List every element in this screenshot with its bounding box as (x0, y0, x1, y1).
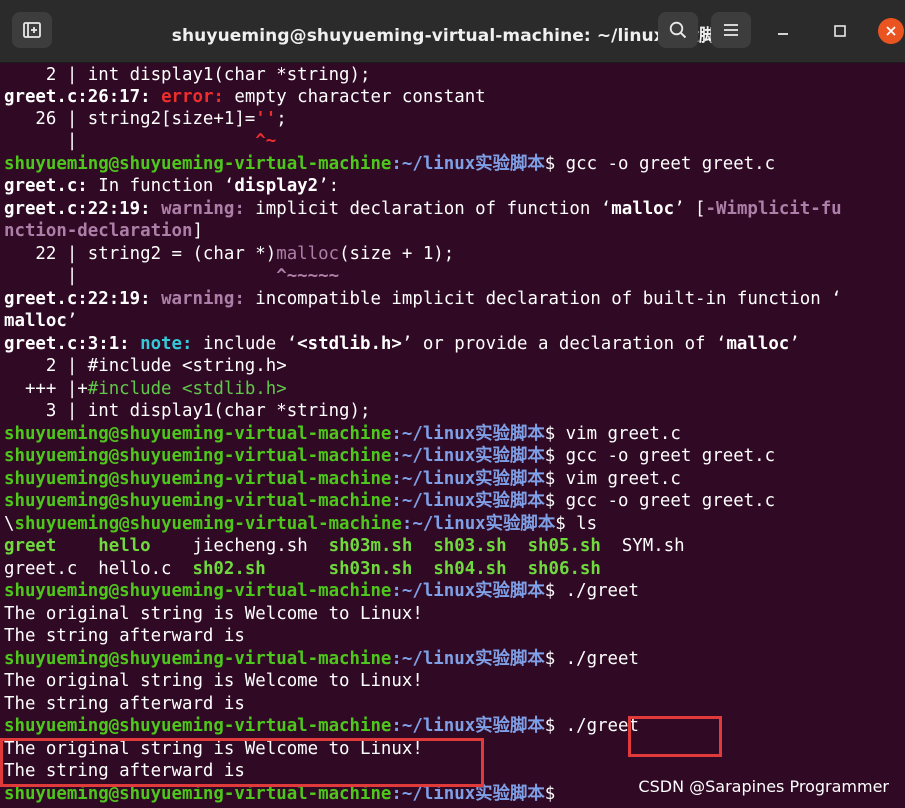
window-titlebar: shuyueming@shuyueming-virtual-machine: ~… (0, 0, 905, 63)
prompt-line: shuyueming@shuyueming-virtual-machine:~/… (4, 424, 681, 444)
terminal-line: greet.c:22:19: warning: implicit declara… (4, 199, 842, 219)
search-icon (669, 21, 687, 39)
ls-output-line: greet hello jiecheng.sh sh03m.sh sh03.sh… (4, 536, 685, 556)
terminal-line: nction-declaration] (4, 221, 203, 241)
maximize-icon (834, 25, 846, 37)
prompt-line: shuyueming@shuyueming-virtual-machine:~/… (4, 649, 639, 669)
terminal-line: 2 | int display1(char *string); (4, 65, 371, 85)
highlight-box-output (0, 738, 484, 787)
close-icon (886, 26, 896, 36)
search-button[interactable] (658, 12, 698, 48)
terminal-line: greet.c: In function ‘display2’: (4, 176, 340, 196)
close-button[interactable] (878, 18, 904, 44)
terminal-line: | ^~ (4, 131, 277, 151)
prompt-line: shuyueming@shuyueming-virtual-machine:~/… (4, 491, 776, 511)
terminal-line: +++ |+#include <stdlib.h> (4, 379, 287, 399)
terminal-line: | ^~~~~~ (4, 266, 340, 286)
minimize-icon (778, 33, 788, 35)
terminal-output[interactable]: 2 | int display1(char *string); greet.c:… (0, 64, 905, 808)
maximize-button[interactable] (827, 18, 853, 44)
terminal-line: greet.c:3:1: note: include ‘<stdlib.h>’ … (4, 334, 800, 354)
prompt-line: shuyueming@shuyueming-virtual-machine:~/… (4, 716, 639, 736)
hamburger-menu-icon (724, 24, 738, 36)
terminal-line: The string afterward is (4, 626, 245, 646)
prompt-line: shuyueming@shuyueming-virtual-machine:~/… (4, 581, 639, 601)
terminal-line: 22 | string2 = (char *)malloc(size + 1); (4, 244, 455, 264)
minimize-button[interactable] (770, 18, 796, 44)
prompt-line: shuyueming@shuyueming-virtual-machine:~/… (4, 469, 681, 489)
terminal-line: 3 | int display1(char *string); (4, 401, 371, 421)
terminal-line: The original string is Welcome to Linux! (4, 604, 423, 624)
prompt-line: \shuyueming@shuyueming-virtual-machine:~… (4, 514, 598, 534)
prompt-line: shuyueming@shuyueming-virtual-machine:~/… (4, 154, 776, 174)
menu-button[interactable] (711, 12, 751, 48)
terminal-line: greet.c:26:17: error: empty character co… (4, 87, 486, 107)
terminal-line: malloc’ (4, 311, 78, 331)
terminal-line: greet.c:22:19: warning: incompatible imp… (4, 289, 842, 309)
highlight-box-command (628, 716, 722, 757)
terminal-line: The string afterward is (4, 694, 245, 714)
terminal-line: 26 | string2[size+1]=''; (4, 109, 287, 129)
terminal-line: 2 | #include <string.h> (4, 356, 287, 376)
terminal-line: The original string is Welcome to Linux! (4, 671, 423, 691)
ls-output-line: greet.c hello.c sh02.sh sh03n.sh sh04.sh… (4, 559, 601, 579)
prompt-line: shuyueming@shuyueming-virtual-machine:~/… (4, 446, 776, 466)
watermark: CSDN @Sarapines Programmer (638, 777, 889, 796)
